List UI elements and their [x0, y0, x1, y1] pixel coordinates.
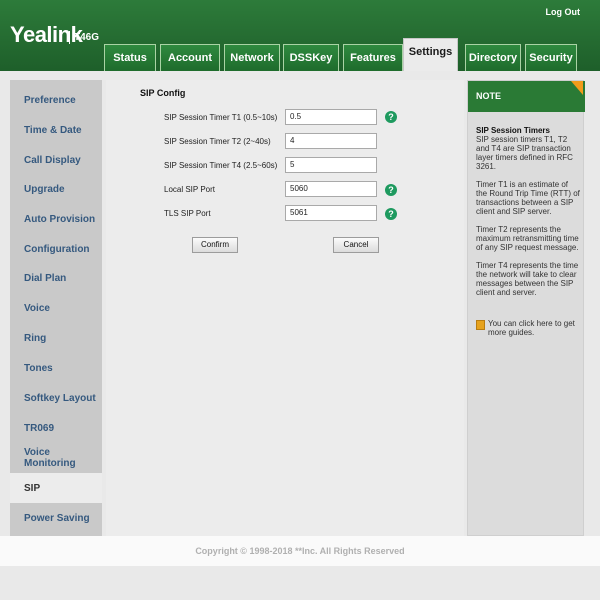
sidebar-item-voice-monitoring[interactable]: Voice Monitoring	[10, 443, 102, 473]
sidebar-item-dial-plan[interactable]: Dial Plan	[10, 263, 102, 293]
tls-sip-port-help-icon[interactable]: ?	[385, 208, 397, 220]
cancel-button[interactable]: Cancel	[333, 237, 379, 253]
tab-directory[interactable]: Directory	[465, 44, 521, 71]
note-panel: NOTE SIP Session Timers SIP session timer…	[467, 80, 585, 536]
note-paragraph: SIP session timers T1, T2 and T4 are SIP…	[476, 135, 573, 171]
sidebar-item-auto-provision[interactable]: Auto Provision	[10, 204, 102, 234]
local-sip-port-help-icon[interactable]: ?	[385, 184, 397, 196]
sidebar-item-ring[interactable]: Ring	[10, 323, 102, 353]
guide-book-icon	[476, 320, 485, 330]
sip-config-panel: SIP Config SIP Session Timer T1 (0.5~10s…	[106, 80, 464, 536]
t4-label: SIP Session Timer T4 (2.5~60s)	[164, 161, 278, 170]
sidebar-item-power-saving[interactable]: Power Saving	[10, 503, 102, 533]
note-paragraph: Timer T4 represents the time the network…	[476, 261, 579, 297]
tab-status[interactable]: Status	[104, 44, 156, 71]
t2-input[interactable]: 4	[285, 133, 377, 149]
note-corner-icon	[571, 81, 583, 95]
note-title: NOTE	[468, 81, 585, 112]
t1-input[interactable]: 0.5	[285, 109, 377, 125]
tab-dsskey[interactable]: DSSKey	[283, 44, 339, 71]
model-label: T46G	[69, 31, 99, 44]
sidebar-item-sip[interactable]: SIP	[10, 473, 102, 503]
sidebar-item-upgrade[interactable]: Upgrade	[10, 174, 102, 204]
sidebar-item-softkey-layout[interactable]: Softkey Layout	[10, 383, 102, 413]
logout-link[interactable]: Log Out	[546, 7, 581, 17]
local-sip-port-label: Local SIP Port	[164, 185, 215, 194]
sidebar-item-time-date[interactable]: Time & Date	[10, 115, 102, 145]
note-paragraph: Timer T2 represents the maximum retransm…	[476, 225, 579, 252]
note-heading: SIP Session Timers	[476, 126, 550, 135]
tab-network[interactable]: Network	[224, 44, 280, 71]
t1-label: SIP Session Timer T1 (0.5~10s)	[164, 113, 278, 122]
t1-help-icon[interactable]: ?	[385, 111, 397, 123]
guide-link[interactable]: You can click here to get more guides.	[476, 319, 580, 337]
t2-label: SIP Session Timer T2 (2~40s)	[164, 137, 271, 146]
tab-security[interactable]: Security	[525, 44, 577, 71]
sidebar-item-preference[interactable]: Preference	[10, 85, 102, 115]
sidebar-item-call-display[interactable]: Call Display	[10, 145, 102, 175]
note-paragraph: Timer T1 is an estimate of the Round Tri…	[476, 180, 580, 216]
section-title: SIP Config	[140, 88, 186, 98]
tab-features[interactable]: Features	[343, 44, 403, 71]
copyright: Copyright © 1998-2018 **Inc. All Rights …	[195, 546, 405, 556]
note-body: SIP Session Timers SIP session timers T1,…	[476, 126, 580, 337]
guide-text[interactable]: You can click here to get more guides.	[488, 319, 580, 337]
sidebar-item-tr069[interactable]: TR069	[10, 413, 102, 443]
tls-sip-port-label: TLS SIP Port	[164, 209, 211, 218]
tab-account[interactable]: Account	[160, 44, 220, 71]
local-sip-port-input[interactable]: 5060	[285, 181, 377, 197]
sidebar-item-voice[interactable]: Voice	[10, 293, 102, 323]
sidebar-item-configuration[interactable]: Configuration	[10, 234, 102, 264]
sidebar-item-tones[interactable]: Tones	[10, 353, 102, 383]
tls-sip-port-input[interactable]: 5061	[285, 205, 377, 221]
t4-input[interactable]: 5	[285, 157, 377, 173]
tab-settings[interactable]: Settings	[403, 38, 458, 71]
header: Yealink T46G Log Out Status Account Netw…	[0, 0, 600, 71]
confirm-button[interactable]: Confirm	[192, 237, 238, 253]
sidebar: Preference Time & Date Call Display Upgr…	[10, 80, 102, 536]
